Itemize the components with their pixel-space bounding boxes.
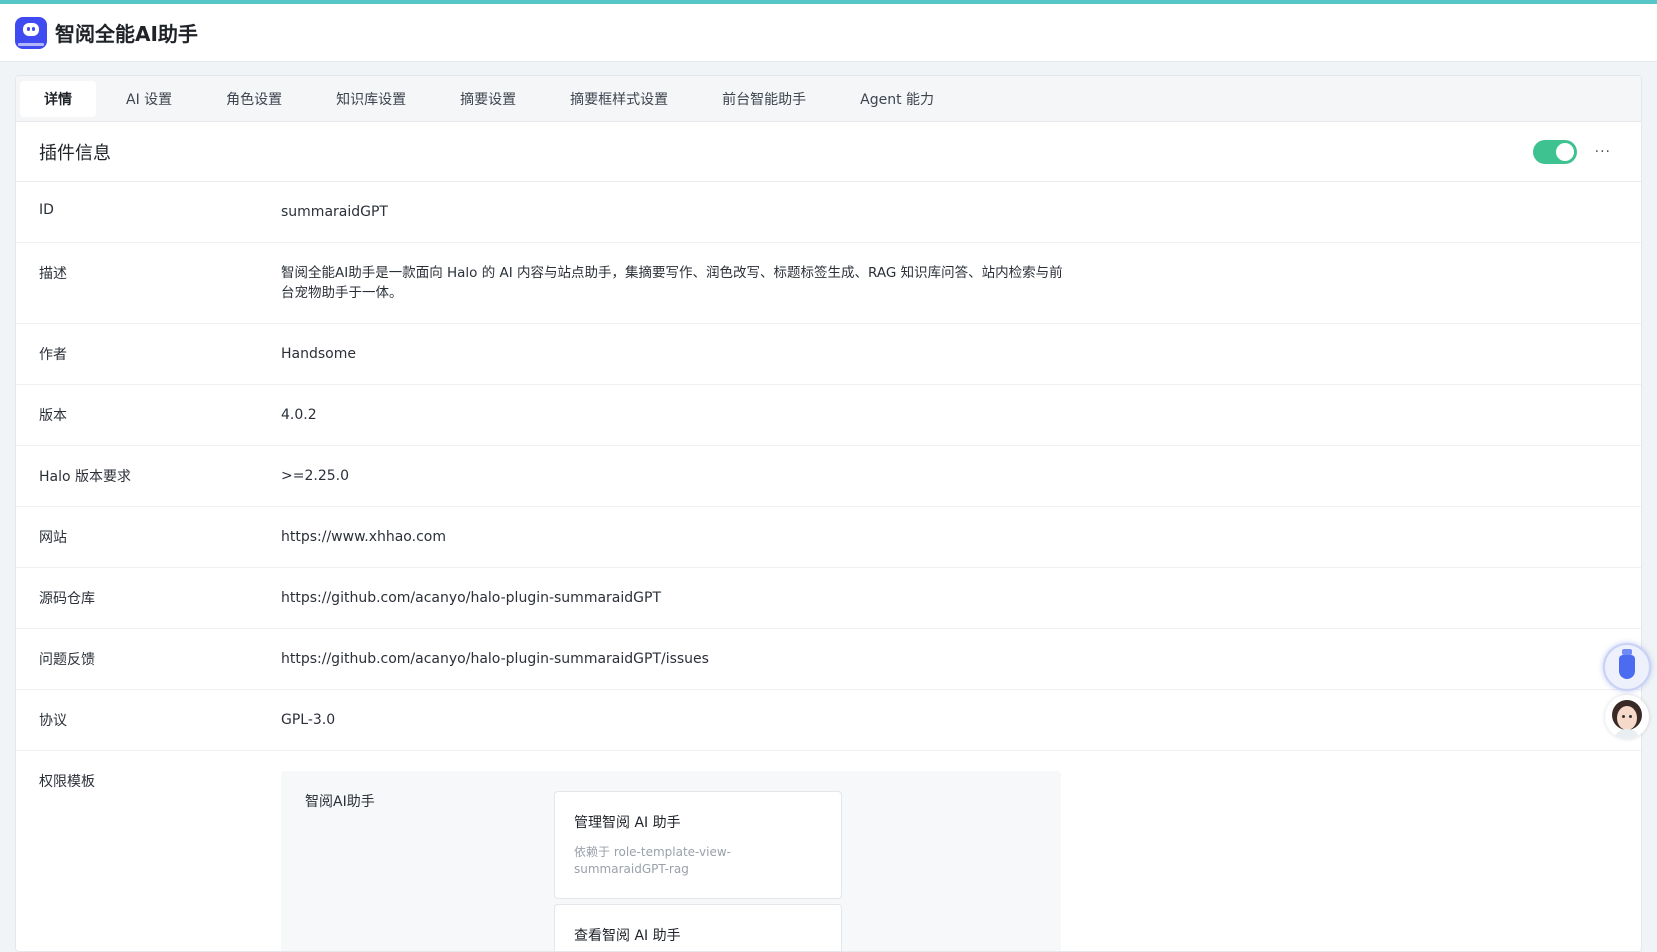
repo-link[interactable]: https://github.com/acanyo/halo-plugin-su… (281, 568, 661, 608)
info-row-id: ID summaraidGPT (16, 182, 1641, 243)
tab-agent-capability[interactable]: Agent 能力 (836, 81, 958, 117)
section-actions: ··· (1532, 122, 1611, 182)
info-row-author: 作者 Handsome (16, 324, 1641, 385)
tab-role-settings[interactable]: 角色设置 (202, 81, 306, 117)
permission-item-title: 查看智阅 AI 助手 (574, 928, 681, 944)
section-header: 插件信息 ··· (16, 122, 1641, 182)
tab-summary-box-style-settings[interactable]: 摘要框样式设置 (546, 81, 692, 117)
tab-bar: 详情 AI 设置 角色设置 知识库设置 摘要设置 摘要框样式设置 前台智能助手 … (16, 76, 1641, 122)
info-row-license: 协议 GPL-3.0 (16, 690, 1641, 751)
tab-knowledge-base-settings[interactable]: 知识库设置 (312, 81, 430, 117)
info-row-permissions: 权限模板 智阅AI助手 管理智阅 AI 助手 依赖于 role-template… (16, 751, 1641, 951)
info-row-repo: 源码仓库 https://github.com/acanyo/halo-plug… (16, 568, 1641, 629)
tab-summary-settings[interactable]: 摘要设置 (436, 81, 540, 117)
permission-item-dependency: 依赖于 role-template-view-summaraidGPT-rag (574, 845, 732, 876)
info-row-halo-requirement: Halo 版本要求 >=2.25.0 (16, 446, 1641, 507)
section-title: 插件信息 (39, 142, 111, 164)
permission-group-name: 智阅AI助手 (305, 794, 375, 810)
row-value: 智阅全能AI助手是一款面向 Halo 的 AI 内容与站点助手，集摘要写作、润色… (281, 265, 1063, 301)
row-value: Handsome (281, 346, 356, 362)
row-value: summaraidGPT (281, 204, 388, 220)
more-options-icon[interactable]: ··· (1595, 144, 1611, 160)
info-row-website: 网站 https://www.xhhao.com (16, 507, 1641, 568)
info-row-version: 版本 4.0.2 (16, 385, 1641, 446)
permission-item-manage[interactable]: 管理智阅 AI 助手 依赖于 role-template-view-summar… (554, 791, 842, 899)
row-label: 源码仓库 (39, 591, 95, 607)
row-value: >=2.25.0 (281, 468, 349, 484)
row-value: 4.0.2 (281, 407, 317, 423)
toggle-knob (1555, 143, 1574, 161)
row-label: 作者 (39, 347, 67, 363)
tab-ai-settings[interactable]: AI 设置 (102, 81, 196, 117)
row-label: 权限模板 (39, 774, 95, 790)
website-link[interactable]: https://www.xhhao.com (281, 507, 446, 547)
assistant-float-button[interactable] (1603, 643, 1651, 691)
app-title: 智阅全能AI助手 (55, 22, 198, 46)
app-logo-icon (15, 16, 47, 49)
tab-details[interactable]: 详情 (20, 80, 96, 117)
glove-icon (1619, 649, 1635, 679)
permission-template-box: 智阅AI助手 管理智阅 AI 助手 依赖于 role-template-view… (281, 771, 1061, 951)
row-label: Halo 版本要求 (39, 469, 132, 485)
avatar-icon[interactable] (1605, 695, 1649, 739)
floating-buttons (1603, 643, 1651, 739)
row-label: 版本 (39, 408, 67, 424)
row-label: 网站 (39, 530, 67, 546)
info-row-description: 描述 智阅全能AI助手是一款面向 Halo 的 AI 内容与站点助手，集摘要写作… (16, 243, 1641, 324)
permission-item-view[interactable]: 查看智阅 AI 助手 (554, 904, 842, 951)
tab-frontend-assistant[interactable]: 前台智能助手 (698, 81, 830, 117)
app-header: 智阅全能AI助手 (0, 4, 1657, 62)
row-label: 描述 (39, 266, 67, 282)
row-label: 问题反馈 (39, 652, 95, 668)
plugin-enabled-toggle[interactable] (1532, 140, 1577, 164)
row-label: 协议 (39, 713, 67, 729)
permission-item-title: 管理智阅 AI 助手 (574, 815, 681, 831)
row-label: ID (39, 202, 54, 218)
info-row-issues: 问题反馈 https://github.com/acanyo/halo-plug… (16, 629, 1641, 690)
plugin-detail-card: 详情 AI 设置 角色设置 知识库设置 摘要设置 摘要框样式设置 前台智能助手 … (15, 75, 1642, 952)
row-value: GPL-3.0 (281, 712, 336, 728)
issues-link[interactable]: https://github.com/acanyo/halo-plugin-su… (281, 629, 709, 669)
